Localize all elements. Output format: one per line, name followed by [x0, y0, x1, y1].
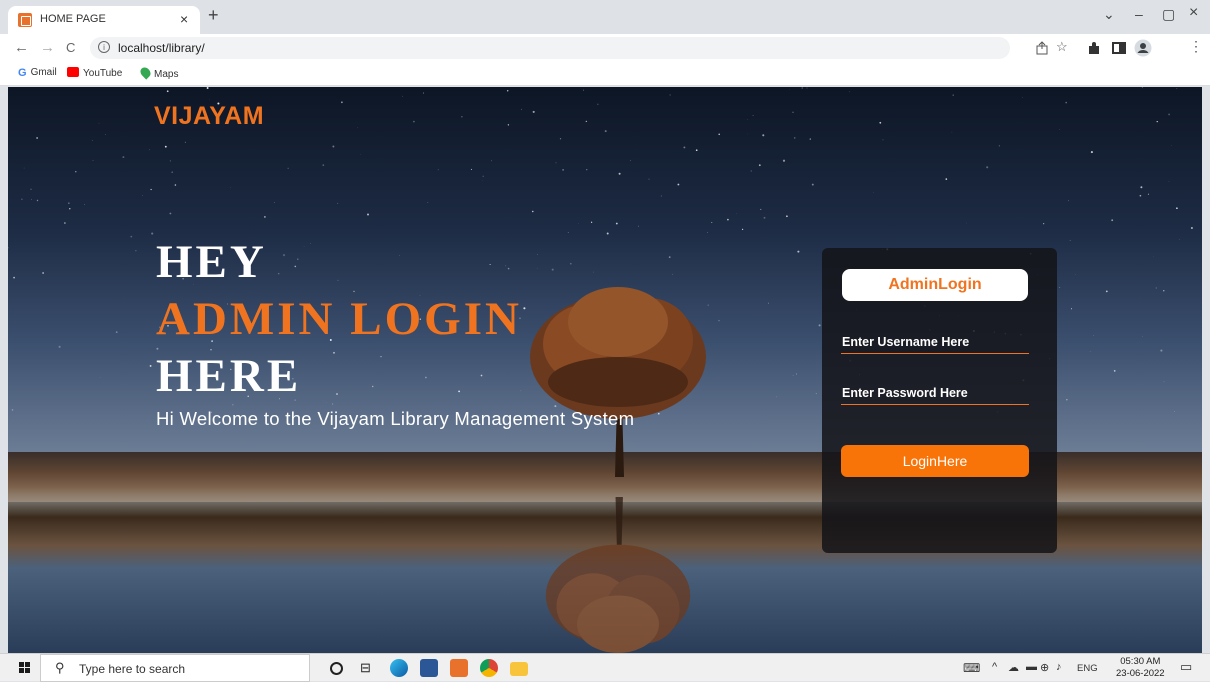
onedrive-icon[interactable]: ☁: [1008, 661, 1019, 674]
tab-close-button[interactable]: ×: [180, 11, 188, 27]
notification-icon[interactable]: ▭: [1180, 659, 1192, 675]
bookmark-gmail[interactable]: G Gmail: [18, 67, 57, 79]
page-viewport: VIJAYAM HEY ADMIN LOGIN HERE Hi Welcome …: [8, 87, 1202, 653]
word-icon[interactable]: [420, 659, 438, 677]
keyboard-icon[interactable]: ⌨: [963, 661, 980, 675]
welcome-text: Hi Welcome to the Vijayam Library Manage…: [156, 408, 634, 430]
login-button[interactable]: LoginHere: [841, 445, 1029, 477]
clock-time: 05:30 AM: [1116, 656, 1165, 668]
language-indicator[interactable]: ENG: [1077, 663, 1098, 674]
taskbar-clock[interactable]: 05:30 AM 23-06-2022: [1116, 656, 1165, 680]
star-icon[interactable]: ☆: [1056, 39, 1068, 55]
network-icon[interactable]: ⊕: [1040, 661, 1049, 674]
browser-tab-bar: HOME PAGE × + ⌄ – ▢ ×: [0, 0, 1210, 34]
xampp-icon[interactable]: [450, 659, 468, 677]
cortana-icon[interactable]: [330, 662, 343, 675]
windows-taskbar: ⚲ Type here to search ⊟ ⌨ ^ ☁ ▬ ⊕ ♪ ENG …: [0, 653, 1210, 681]
xampp-favicon-icon: [18, 13, 32, 27]
site-logo[interactable]: VIJAYAM: [154, 102, 264, 131]
password-input[interactable]: [841, 381, 1029, 405]
close-window-button[interactable]: ×: [1189, 4, 1198, 22]
login-panel: AdminLogin LoginHere: [822, 248, 1057, 553]
taskbar-search-placeholder: Type here to search: [79, 662, 185, 676]
maximize-button[interactable]: ▢: [1162, 6, 1175, 23]
youtube-icon: [67, 67, 79, 77]
profile-icon[interactable]: [1134, 39, 1152, 57]
reload-button[interactable]: C: [66, 40, 75, 55]
menu-icon[interactable]: ⋮: [1189, 38, 1203, 55]
tab-search-chevron-icon[interactable]: ⌄: [1103, 6, 1115, 23]
share-icon[interactable]: [1035, 41, 1049, 55]
search-icon: ⚲: [55, 660, 65, 676]
bookmark-label: Maps: [154, 69, 178, 80]
task-view-icon[interactable]: ⊟: [360, 660, 378, 678]
address-bar[interactable]: i localhost/library/: [90, 37, 1010, 59]
speaker-icon[interactable]: ♪: [1056, 661, 1062, 673]
bookmarks-bar: G Gmail YouTube Maps: [0, 62, 1210, 86]
new-tab-button[interactable]: +: [208, 5, 219, 26]
sidepanel-icon[interactable]: [1112, 41, 1126, 55]
tab-title: HOME PAGE: [40, 13, 106, 25]
tree-reflection-image: [518, 497, 718, 653]
address-toolbar: ← → C i localhost/library/ ☆ ⋮: [0, 34, 1210, 62]
extensions-icon[interactable]: [1086, 41, 1100, 55]
username-input[interactable]: [841, 330, 1029, 354]
url-text: localhost/library/: [118, 41, 205, 55]
hero-line-admin-login: ADMIN LOGIN: [156, 292, 522, 346]
tab-home-page[interactable]: HOME PAGE ×: [8, 6, 200, 34]
file-explorer-icon[interactable]: [510, 662, 528, 676]
google-icon: G: [18, 67, 27, 79]
windows-start-icon[interactable]: [19, 662, 31, 674]
chevron-up-icon[interactable]: ^: [992, 661, 997, 673]
edge-icon[interactable]: [390, 659, 408, 677]
maps-icon: [138, 65, 152, 79]
bookmark-maps[interactable]: Maps: [141, 67, 178, 80]
hero-line-here: HERE: [156, 349, 301, 403]
login-title: AdminLogin: [842, 269, 1028, 301]
bookmark-label: Gmail: [31, 67, 57, 78]
clock-date: 23-06-2022: [1116, 668, 1165, 680]
taskbar-search-box[interactable]: ⚲ Type here to search: [40, 654, 310, 682]
bookmark-label: YouTube: [83, 68, 122, 79]
back-button[interactable]: ←: [14, 39, 29, 56]
site-info-icon[interactable]: i: [98, 41, 110, 53]
minimize-button[interactable]: –: [1135, 6, 1143, 22]
bookmark-youtube[interactable]: YouTube: [67, 67, 122, 79]
battery-icon[interactable]: ▬: [1026, 661, 1037, 673]
chrome-icon[interactable]: [480, 659, 498, 677]
tree-image: [518, 282, 718, 477]
forward-button[interactable]: →: [40, 39, 55, 56]
hero-line-hey: HEY: [156, 235, 267, 289]
